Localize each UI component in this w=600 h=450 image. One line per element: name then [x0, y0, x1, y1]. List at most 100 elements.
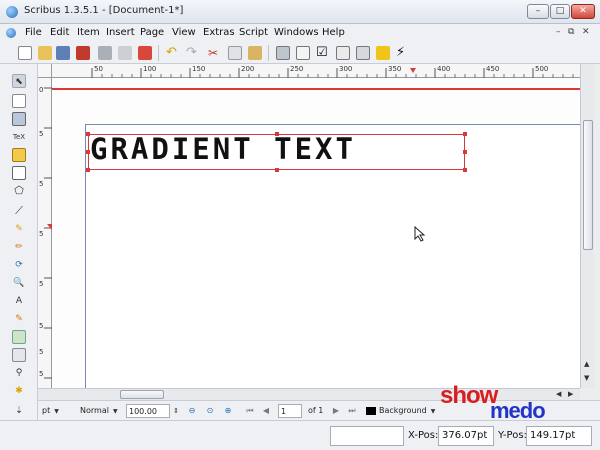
- zoom-tool-icon[interactable]: 🔍: [12, 276, 26, 290]
- horizontal-scroll-thumb[interactable]: [120, 390, 164, 399]
- push-button-icon[interactable]: [356, 46, 370, 60]
- frame-handle[interactable]: [86, 168, 90, 172]
- menu-file[interactable]: File: [25, 27, 42, 38]
- scroll-left-icon[interactable]: ◀: [556, 390, 561, 398]
- select-tool-icon[interactable]: ⬉: [12, 74, 26, 88]
- print-icon[interactable]: [98, 46, 112, 60]
- pdf-export-icon[interactable]: [138, 46, 152, 60]
- vertical-scroll-thumb[interactable]: [583, 120, 593, 250]
- link-annotation-icon[interactable]: ⚡: [396, 46, 410, 60]
- menu-extras[interactable]: Extras: [203, 27, 235, 38]
- cut-icon[interactable]: ✂: [208, 46, 222, 60]
- unlink-frames-tool-icon[interactable]: [12, 348, 26, 362]
- checkbox-icon[interactable]: ☑: [316, 46, 330, 60]
- document-canvas[interactable]: GRADIENT TEXT: [52, 78, 580, 388]
- edit-text-tool-icon[interactable]: ✎: [12, 312, 26, 326]
- toolbar-separator: [268, 45, 269, 61]
- ruler-label: 5: [39, 280, 44, 288]
- undo-icon[interactable]: ↶: [166, 46, 180, 60]
- paste-icon[interactable]: [248, 46, 262, 60]
- showmedo-logo-show: show: [440, 382, 498, 409]
- unit-select[interactable]: pt ▼: [40, 404, 76, 418]
- zoom-in-icon[interactable]: ⊕: [222, 405, 234, 417]
- menu-insert[interactable]: Insert: [106, 27, 135, 38]
- window-title: Scribus 1.3.5.1 - [Document-1*]: [24, 5, 184, 16]
- zoom-100-icon[interactable]: ⊙: [204, 405, 216, 417]
- text-frame-tool-icon[interactable]: [12, 94, 26, 108]
- image-frame-tool-icon[interactable]: [12, 112, 26, 126]
- freehand-tool-icon[interactable]: ✏: [12, 240, 26, 254]
- zoom-out-icon[interactable]: ⊖: [186, 405, 198, 417]
- combo-box-icon[interactable]: [336, 46, 350, 60]
- menu-help[interactable]: Help: [322, 27, 345, 38]
- maximize-button[interactable]: □: [550, 4, 570, 19]
- eyedropper-tool-icon[interactable]: ⇣: [12, 404, 26, 418]
- save-icon[interactable]: [56, 46, 70, 60]
- frame-handle[interactable]: [463, 132, 467, 136]
- close-button[interactable]: ✕: [571, 4, 595, 19]
- copy-icon[interactable]: [228, 46, 242, 60]
- frame-handle[interactable]: [463, 150, 467, 154]
- frame-text-content[interactable]: GRADIENT TEXT: [90, 132, 356, 166]
- layer-select[interactable]: Background ▼: [364, 404, 444, 418]
- mdi-minimize-button[interactable]: –: [556, 27, 561, 37]
- list-box-icon[interactable]: [296, 46, 310, 60]
- open-icon[interactable]: [38, 46, 52, 60]
- menu-item[interactable]: Item: [77, 27, 100, 38]
- preflight-icon[interactable]: [118, 46, 132, 60]
- scroll-right-icon[interactable]: ▶: [568, 390, 573, 398]
- menu-windows[interactable]: Windows: [274, 27, 319, 38]
- ruler-corner[interactable]: [38, 64, 52, 78]
- new-document-icon[interactable]: [18, 46, 32, 60]
- measure-tool-icon[interactable]: ⚲: [12, 366, 26, 380]
- text-field-icon[interactable]: [276, 46, 290, 60]
- frame-handle[interactable]: [463, 168, 467, 172]
- minimize-button[interactable]: –: [527, 4, 549, 19]
- document-icon[interactable]: [6, 28, 16, 38]
- ruler-label: 200: [241, 65, 255, 73]
- horizontal-ruler[interactable]: 50 100 150 200 250 300 350 400 450 500: [52, 64, 580, 78]
- previous-page-icon[interactable]: ◀: [260, 405, 272, 417]
- display-mode-select[interactable]: Normal ▼: [78, 404, 124, 418]
- redo-icon[interactable]: ↷: [186, 46, 200, 60]
- table-tool-icon[interactable]: [12, 148, 26, 162]
- menu-edit[interactable]: Edit: [50, 27, 69, 38]
- scroll-down-icon[interactable]: ▼: [584, 374, 589, 382]
- menu-script[interactable]: Script: [239, 27, 268, 38]
- ruler-label: 5: [39, 230, 44, 238]
- dropdown-arrow-icon: ▼: [54, 408, 59, 415]
- first-page-icon[interactable]: ⏮: [244, 405, 256, 417]
- zoom-field[interactable]: 100.00 %: [126, 404, 170, 429]
- vertical-ruler[interactable]: 0 5 5 5 5 5 5 5: [38, 78, 52, 388]
- render-frame-tool-icon[interactable]: TeX: [12, 130, 26, 144]
- vertical-scrollbar[interactable]: ▲ ▼: [580, 64, 594, 388]
- menu-view[interactable]: View: [172, 27, 196, 38]
- page-number-field[interactable]: 1: [278, 404, 302, 418]
- scroll-up-icon[interactable]: ▲: [584, 360, 589, 368]
- line-tool-icon[interactable]: ⟋: [12, 204, 26, 218]
- edit-content-tool-icon[interactable]: A: [12, 294, 26, 308]
- annotation-icon[interactable]: [376, 46, 390, 60]
- frame-handle[interactable]: [275, 168, 279, 172]
- main-toolbar: ↶ ↷ ✂ ☑ ⚡: [0, 42, 600, 64]
- next-page-icon[interactable]: ▶: [330, 405, 342, 417]
- shape-tool-icon[interactable]: [12, 166, 26, 180]
- mdi-close-button[interactable]: ✕: [582, 27, 590, 37]
- layer-color-swatch: [366, 406, 376, 415]
- bezier-tool-icon[interactable]: ✎: [12, 222, 26, 236]
- last-page-icon[interactable]: ⏭: [346, 405, 358, 417]
- ruler-label: 450: [486, 65, 500, 73]
- menu-page[interactable]: Page: [140, 27, 164, 38]
- polygon-tool-icon[interactable]: ⬠: [12, 184, 26, 198]
- rotate-tool-icon[interactable]: ⟳: [12, 258, 26, 272]
- x-position-value: 376.07pt: [438, 426, 494, 446]
- title-bar: Scribus 1.3.5.1 - [Document-1*] – □ ✕: [0, 0, 600, 24]
- menu-bar: File Edit Item Insert Page View Extras S…: [0, 24, 600, 42]
- ruler-label: 350: [388, 65, 402, 73]
- mdi-restore-button[interactable]: ⧉: [568, 27, 574, 37]
- ruler-label: 500: [535, 65, 549, 73]
- copy-properties-tool-icon[interactable]: ✱: [12, 384, 26, 398]
- link-frames-tool-icon[interactable]: [12, 330, 26, 344]
- zoom-stepper-icon[interactable]: ⇕: [170, 405, 182, 417]
- close-doc-icon[interactable]: [76, 46, 90, 60]
